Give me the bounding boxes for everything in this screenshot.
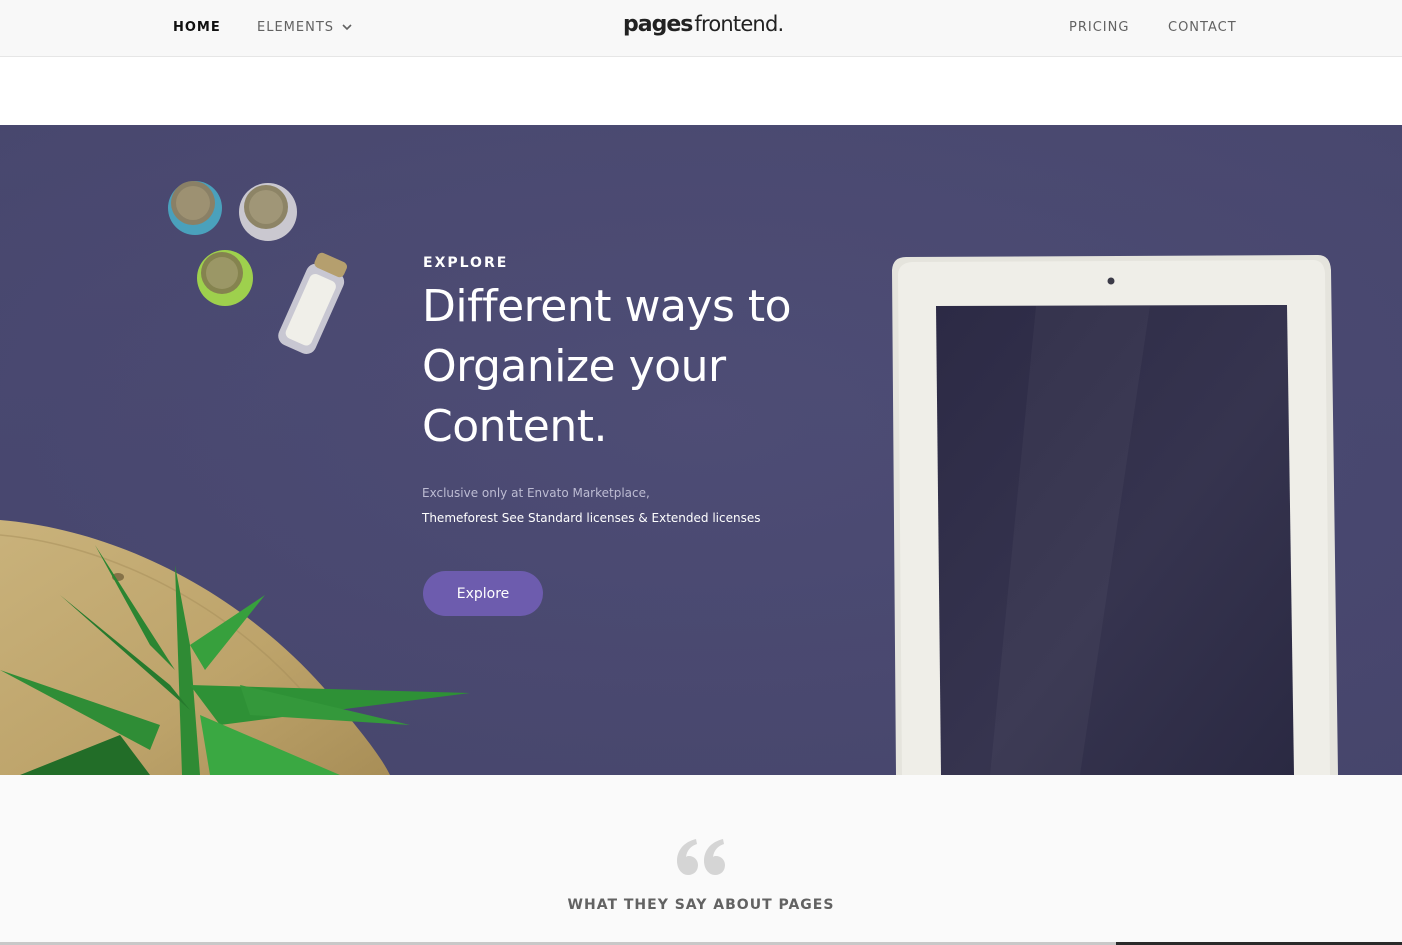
quote-icon xyxy=(677,839,725,875)
testimonials-title: WHAT THEY SAY ABOUT PAGES xyxy=(567,897,835,913)
nav-elements-dropdown[interactable]: ELEMENTS xyxy=(257,20,334,35)
explore-button[interactable]: Explore xyxy=(423,571,543,616)
hero-headline: Different ways to Organize your Content. xyxy=(422,281,792,452)
tablet-device-decoration xyxy=(892,255,1338,775)
logo-wordmark-bold: pages xyxy=(623,12,693,37)
hero-subtext-line-2: Themeforest See Standard licenses & Exte… xyxy=(422,511,761,525)
brand-logo[interactable]: pagesfrontend. xyxy=(623,12,784,42)
nav-contact-link[interactable]: CONTACT xyxy=(1168,20,1237,35)
hero-section: EXPLORE Different ways to Organize your … xyxy=(0,125,1402,775)
logo-wordmark-light: frontend. xyxy=(694,12,784,36)
hero-subtext-line-1: Exclusive only at Envato Marketplace, xyxy=(422,486,650,500)
chevron-down-icon[interactable] xyxy=(341,21,353,33)
nav-home-link[interactable]: HOME xyxy=(173,20,221,35)
nav-pricing-link[interactable]: PRICING xyxy=(1069,20,1129,35)
testimonials-section: WHAT THEY SAY ABOUT PAGES xyxy=(0,775,1402,945)
top-navbar: HOME ELEMENTS pagesfrontend. PRICING CON… xyxy=(0,0,1402,57)
hero-eyebrow: EXPLORE xyxy=(423,255,509,271)
